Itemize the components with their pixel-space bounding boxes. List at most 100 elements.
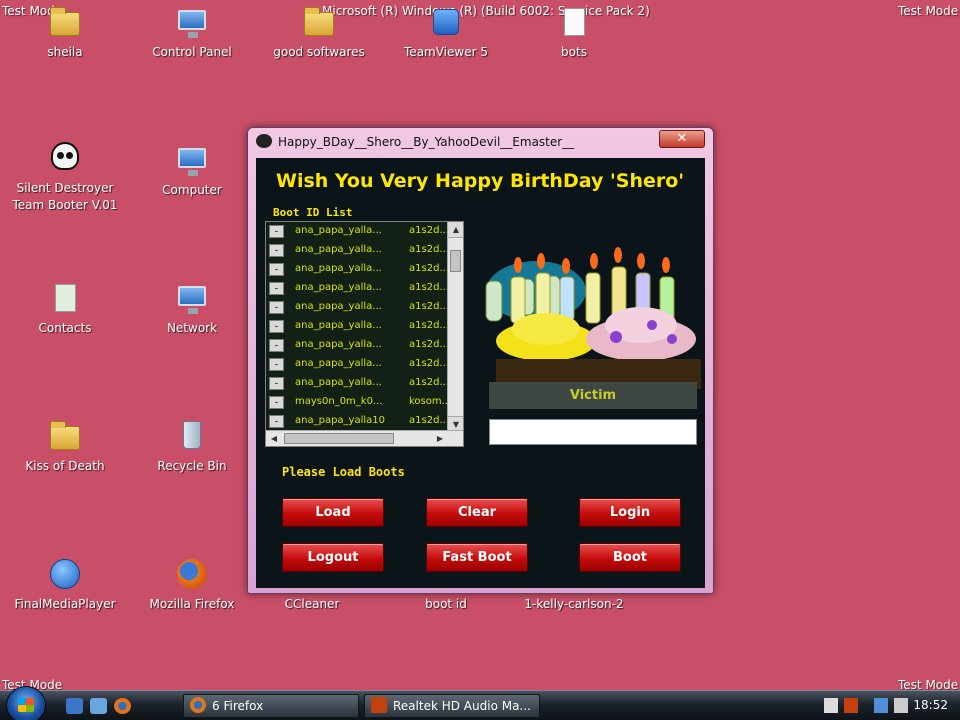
scroll-right-arrow-icon[interactable]: ▶ <box>432 431 448 446</box>
row-checkbox[interactable] <box>269 263 284 276</box>
row-checkbox[interactable] <box>269 301 284 314</box>
desktop-icon-kiss-of-death[interactable]: Kiss of Death <box>5 418 125 475</box>
media-player-icon <box>47 556 83 592</box>
boot-id-list[interactable]: ana_papa_yalla... a1s2d... ana_papa_yall… <box>265 221 464 447</box>
load-button[interactable]: Load <box>282 498 384 527</box>
logout-button[interactable]: Logout <box>282 543 384 572</box>
list-item[interactable]: ana_papa_yalla... a1s2d... <box>266 279 449 298</box>
row-checkbox[interactable] <box>269 339 284 352</box>
speaker-icon <box>371 697 387 713</box>
desktop-icon-recycle-bin[interactable]: Recycle Bin <box>132 418 252 475</box>
speaker-icon[interactable] <box>844 698 858 713</box>
contacts-icon <box>47 280 83 316</box>
row-checkbox[interactable] <box>269 320 284 333</box>
folder-icon <box>47 418 83 454</box>
list-item[interactable]: ana_papa_yalla... a1s2d... <box>266 317 449 336</box>
row-checkbox[interactable] <box>269 396 284 409</box>
boot-id-password: a1s2d... <box>409 244 449 255</box>
boot-id-name: ana_papa_yalla... <box>295 377 382 388</box>
list-item[interactable]: ana_papa_yalla... a1s2d... <box>266 355 449 374</box>
victim-input[interactable] <box>489 419 697 445</box>
volume-icon[interactable] <box>894 698 908 713</box>
boot-id-password: a1s2d... <box>409 263 449 274</box>
taskbar-task-label: Realtek HD Audio Ma... <box>393 699 531 713</box>
desktop-icon-contacts[interactable]: Contacts <box>5 280 125 337</box>
desktop-icon-finalmediaplayer[interactable]: FinalMediaPlayer <box>5 556 125 613</box>
recycle-bin-icon <box>174 418 210 454</box>
clear-button[interactable]: Clear <box>426 498 528 527</box>
test-mode-watermark-right: Test Mode <box>898 4 959 18</box>
desktop-icon-bots[interactable]: bots <box>514 4 634 61</box>
boot-id-password: a1s2d... <box>409 377 449 388</box>
desktop-icon-network[interactable]: Network <box>132 280 252 337</box>
desktop-icon-label: Silent Destroyer Team Booter V.01 <box>12 181 118 212</box>
desktop-icon-control-panel[interactable]: Control Panel <box>132 4 252 61</box>
clock[interactable]: 18:52 <box>913 698 948 712</box>
list-item[interactable]: ana_papa_yalla10 a1s2d... <box>266 412 449 431</box>
start-button[interactable] <box>6 686 46 720</box>
list-item[interactable]: ana_papa_yalla... a1s2d... <box>266 241 449 260</box>
scroll-up-arrow-icon[interactable]: ▲ <box>448 222 463 238</box>
boot-id-password: a1s2d... <box>409 415 449 426</box>
window-titlebar[interactable]: Happy_BDay__Shero__By_YahooDevil__Emaste… <box>248 128 713 156</box>
list-item[interactable]: ana_papa_yalla... a1s2d... <box>266 298 449 317</box>
boot-id-name: ana_papa_yalla... <box>295 225 382 236</box>
list-item[interactable]: ana_papa_yalla... a1s2d... <box>266 374 449 393</box>
list-item[interactable]: ana_papa_yalla... a1s2d... <box>266 222 449 241</box>
boot-id-name: ana_papa_yalla... <box>295 301 382 312</box>
row-checkbox[interactable] <box>269 377 284 390</box>
desktop-icon-sheila[interactable]: sheila <box>5 4 125 61</box>
taskbar: 6 Firefox Realtek HD Audio Ma... 18:52 <box>0 686 960 720</box>
desktop-icon-label: Control Panel <box>152 45 232 59</box>
document-icon <box>556 4 592 40</box>
safely-remove-icon[interactable] <box>824 698 838 713</box>
desktop-icon-computer[interactable]: Computer <box>132 142 252 199</box>
boot-id-name: ana_papa_yalla... <box>295 244 382 255</box>
boot-id-name: ana_papa_yalla... <box>295 339 382 350</box>
desktop-icon-silent-destroyer[interactable]: Silent Destroyer Team Booter V.01 <box>5 140 125 214</box>
skull-icon <box>47 140 83 176</box>
boot-id-password: a1s2d... <box>409 301 449 312</box>
boot-id-password: kosom... <box>409 396 449 407</box>
taskbar-task-realtek[interactable]: Realtek HD Audio Ma... <box>364 694 540 718</box>
list-item[interactable]: ana_papa_yalla... a1s2d... <box>266 336 449 355</box>
row-checkbox[interactable] <box>269 225 284 238</box>
desktop-icon-label: Computer <box>162 183 222 197</box>
scroll-thumb[interactable] <box>450 250 461 272</box>
boot-id-name: ana_papa_yalla10 <box>295 415 385 426</box>
list-vertical-scrollbar[interactable]: ▲ ▼ <box>447 222 463 432</box>
network-icon[interactable] <box>874 698 888 713</box>
list-horizontal-scrollbar[interactable]: ◀ ▶ <box>266 430 463 446</box>
scroll-left-arrow-icon[interactable]: ◀ <box>266 431 282 446</box>
desktop-icon-good-softwares[interactable]: good softwares <box>259 4 379 61</box>
list-item[interactable]: ana_papa_yalla... a1s2d... <box>266 260 449 279</box>
fast-boot-button[interactable]: Fast Boot <box>426 543 528 572</box>
switch-windows-icon[interactable] <box>90 698 107 714</box>
booter-window: Happy_BDay__Shero__By_YahooDevil__Emaste… <box>247 127 714 594</box>
firefox-icon <box>174 556 210 592</box>
desktop-icon-label: sheila <box>47 45 83 59</box>
row-checkbox[interactable] <box>269 415 284 428</box>
firefox-quicklaunch-icon[interactable] <box>114 698 131 714</box>
boot-id-list-label: Boot ID List <box>273 206 353 219</box>
login-button[interactable]: Login <box>579 498 681 527</box>
desktop-icon-label: FinalMediaPlayer <box>14 597 116 611</box>
desktop-icon-label: Kiss of Death <box>25 459 105 473</box>
row-checkbox[interactable] <box>269 244 284 257</box>
boot-button[interactable]: Boot <box>579 543 681 572</box>
desktop-icon-teamviewer[interactable]: TeamViewer 5 <box>386 4 506 61</box>
show-desktop-icon[interactable] <box>66 698 83 714</box>
boot-id-password: a1s2d... <box>409 339 449 350</box>
network-icon <box>174 280 210 316</box>
row-checkbox[interactable] <box>269 358 284 371</box>
boot-id-name: ana_papa_yalla... <box>295 320 382 331</box>
close-button[interactable]: ✕ <box>659 130 705 148</box>
taskbar-task-firefox[interactable]: 6 Firefox <box>183 694 359 718</box>
list-item[interactable]: mays0n_0m_k0... kosom... <box>266 393 449 412</box>
row-checkbox[interactable] <box>269 282 284 295</box>
boot-id-name: ana_papa_yalla... <box>295 358 382 369</box>
desktop-icon-firefox[interactable]: Mozilla Firefox <box>132 556 252 613</box>
desktop-icon-label: bots <box>561 45 587 59</box>
window-title: Happy_BDay__Shero__By_YahooDevil__Emaste… <box>278 135 575 149</box>
scroll-thumb-horizontal[interactable] <box>284 433 394 444</box>
